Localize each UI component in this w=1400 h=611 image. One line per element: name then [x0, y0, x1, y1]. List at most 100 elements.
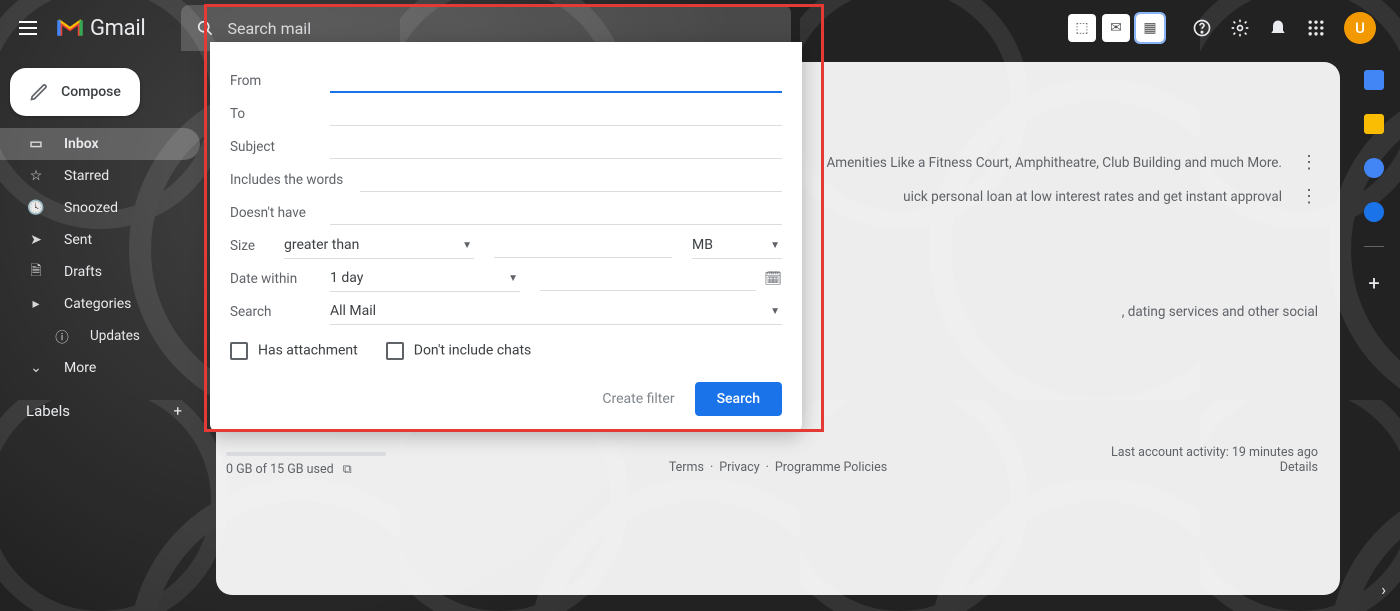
- mail-row[interactable]: , dating services and other social: [1122, 304, 1318, 320]
- details-link[interactable]: Details: [1280, 460, 1318, 475]
- storage-bar: [226, 452, 386, 456]
- main-menu-icon[interactable]: [16, 16, 40, 40]
- size-operator-value: greater than: [284, 237, 359, 253]
- search-in-select[interactable]: All Mail ▼: [330, 299, 782, 325]
- from-input[interactable]: [330, 69, 782, 93]
- field-subject: Subject: [230, 130, 782, 163]
- extension-icon-2[interactable]: ✉: [1102, 14, 1130, 42]
- to-input[interactable]: [330, 102, 782, 126]
- field-date: Date within 1 day▼ 🗓: [230, 262, 782, 295]
- mail-snippet: uick personal loan at low interest rates…: [903, 189, 1282, 205]
- chevron-right-icon: ▸: [26, 296, 46, 312]
- activity-info: Last account activity: 19 minutes ago De…: [1111, 445, 1318, 475]
- draft-icon: 🗎: [26, 260, 46, 284]
- field-excludes: Doesn't have: [230, 196, 782, 229]
- to-label: To: [230, 106, 330, 122]
- excludes-label: Doesn't have: [230, 205, 330, 221]
- account-avatar[interactable]: U: [1344, 12, 1376, 44]
- collapse-panel-icon[interactable]: ›: [1381, 580, 1386, 599]
- date-value-input[interactable]: [540, 267, 756, 291]
- nav-categories[interactable]: ▸Categories: [0, 288, 200, 320]
- subject-label: Subject: [230, 139, 330, 155]
- search-icon[interactable]: [195, 18, 215, 38]
- help-icon[interactable]: [1192, 18, 1212, 38]
- kebab-icon[interactable]: ⋮: [1300, 152, 1318, 173]
- gmail-logo[interactable]: Gmail: [56, 16, 145, 41]
- checkbox-icon: [386, 342, 404, 360]
- apps-grid-icon[interactable]: [1306, 18, 1326, 38]
- send-icon: ➤: [26, 232, 46, 248]
- field-from: From: [230, 64, 782, 97]
- add-label-icon[interactable]: +: [173, 402, 182, 420]
- compose-button[interactable]: Compose: [10, 68, 140, 116]
- pencil-icon: [29, 82, 49, 102]
- includes-label: Includes the words: [230, 172, 360, 188]
- date-label: Date within: [230, 271, 330, 287]
- terms-link[interactable]: Terms: [669, 460, 704, 475]
- nav-inbox[interactable]: ▭Inbox: [0, 128, 200, 160]
- search-in-value: All Mail: [330, 303, 376, 319]
- gmail-m-icon: [56, 18, 84, 38]
- create-filter-button[interactable]: Create filter: [602, 391, 674, 407]
- side-panel: + ›: [1348, 56, 1400, 611]
- exclude-chats-checkbox[interactable]: Don't include chats: [386, 342, 532, 360]
- notifications-icon[interactable]: [1268, 18, 1288, 38]
- caret-icon: ▼: [508, 273, 518, 284]
- search-input[interactable]: [227, 19, 777, 38]
- add-addon-icon[interactable]: +: [1368, 271, 1379, 295]
- settings-icon[interactable]: [1230, 18, 1250, 38]
- contacts-icon[interactable]: [1364, 202, 1384, 222]
- nav-updates[interactable]: ⓘUpdates: [0, 320, 200, 352]
- search-button[interactable]: Search: [695, 382, 782, 416]
- divider: [1364, 246, 1384, 247]
- nav-starred[interactable]: ☆ Starred: [0, 160, 200, 192]
- calendar-icon[interactable]: [1364, 70, 1384, 90]
- mail-row[interactable]: Amenities Like a Fitness Court, Amphithe…: [826, 152, 1318, 173]
- star-icon: ☆: [26, 168, 46, 184]
- activity-text: Last account activity: 19 minutes ago: [1111, 445, 1318, 460]
- mail-row[interactable]: uick personal loan at low interest rates…: [903, 186, 1318, 207]
- size-unit-value: MB: [692, 237, 713, 253]
- size-label: Size: [230, 238, 284, 254]
- excludes-input[interactable]: [330, 201, 782, 225]
- caret-icon: ▼: [462, 240, 472, 251]
- nav-label: Snoozed: [64, 200, 118, 216]
- privacy-link[interactable]: Privacy: [719, 460, 759, 475]
- caret-icon: ▼: [770, 240, 780, 251]
- date-range-select[interactable]: 1 day▼: [330, 266, 520, 292]
- nav-snoozed[interactable]: 🕓Snoozed: [0, 192, 200, 224]
- left-nav: Compose ▭Inbox ☆ Starred 🕓Snoozed ➤Sent 🗎…: [0, 56, 200, 611]
- advanced-search-panel: From To Subject Includes the words Doesn…: [210, 42, 802, 432]
- product-name: Gmail: [90, 16, 145, 41]
- nav-label: Updates: [90, 328, 140, 344]
- tasks-icon[interactable]: [1364, 158, 1384, 178]
- exclude-chats-label: Don't include chats: [414, 343, 532, 359]
- caret-icon: ▼: [770, 306, 780, 317]
- nav-label: Inbox: [64, 136, 99, 152]
- size-unit-select[interactable]: MB ▼: [692, 233, 782, 259]
- extension-icon-3[interactable]: ▦: [1136, 14, 1164, 42]
- field-includes: Includes the words: [230, 163, 782, 196]
- search-in-label: Search: [230, 304, 330, 320]
- size-operator-select[interactable]: greater than ▼: [284, 233, 474, 259]
- dropdown-actions: Create filter Search: [230, 382, 782, 416]
- extension-icons: ⬚ ✉ ▦: [1068, 14, 1164, 42]
- kebab-icon[interactable]: ⋮: [1300, 186, 1318, 207]
- field-search-in: Search All Mail ▼: [230, 295, 782, 328]
- nav-label: Drafts: [64, 264, 102, 280]
- size-value-input[interactable]: [494, 234, 672, 258]
- calendar-picker-icon[interactable]: 🗓: [764, 271, 782, 287]
- nav-more[interactable]: ⌄More: [0, 352, 200, 384]
- extension-icon-1[interactable]: ⬚: [1068, 14, 1096, 42]
- nav-drafts[interactable]: 🗎 Drafts: [0, 256, 200, 288]
- nav-sent[interactable]: ➤Sent: [0, 224, 200, 256]
- includes-input[interactable]: [360, 168, 782, 192]
- checkbox-icon: [230, 342, 248, 360]
- subject-input[interactable]: [330, 135, 782, 159]
- chevron-down-icon: ⌄: [26, 360, 46, 376]
- policies-link[interactable]: Programme Policies: [775, 460, 887, 475]
- has-attachment-checkbox[interactable]: Has attachment: [230, 342, 358, 360]
- header-right-icons: U: [1192, 12, 1376, 44]
- nav-label: Starred: [64, 168, 109, 184]
- keep-icon[interactable]: [1364, 114, 1384, 134]
